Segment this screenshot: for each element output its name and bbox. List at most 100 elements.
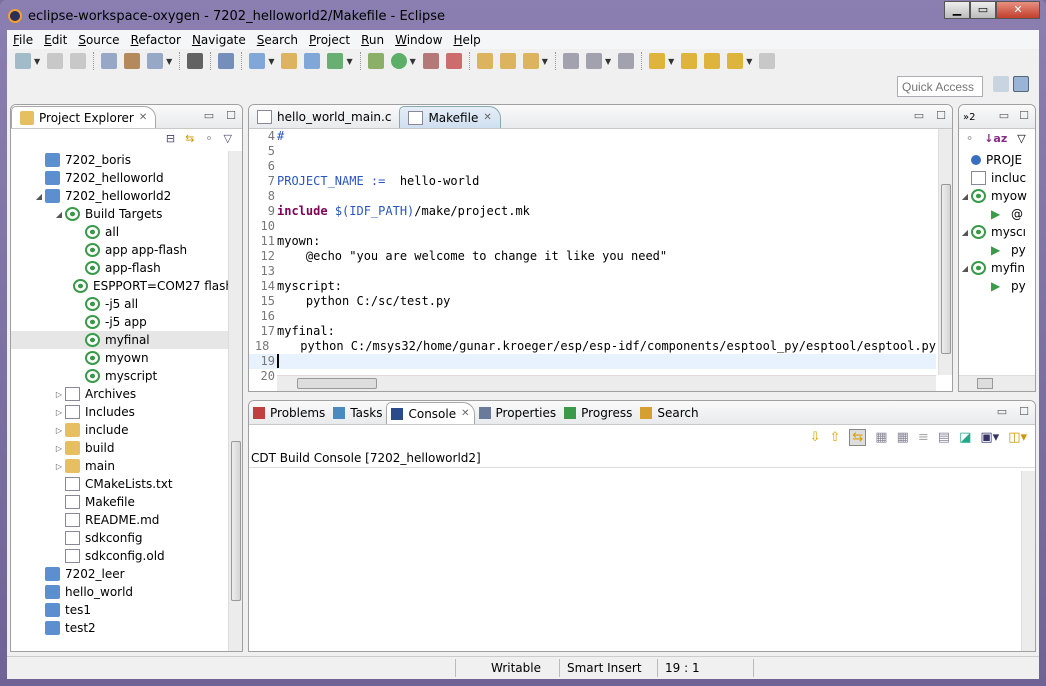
- next-annotation-icon[interactable]: [704, 53, 721, 69]
- dropdown-arrow-icon[interactable]: ▼: [34, 57, 40, 66]
- tool-icon[interactable]: [499, 53, 516, 69]
- new-class-icon[interactable]: [367, 53, 384, 69]
- lock-console-icon[interactable]: ▦: [897, 430, 909, 445]
- display-console-icon[interactable]: ▣▾: [980, 430, 999, 445]
- show-whitespace-icon[interactable]: [649, 53, 666, 69]
- editor-horizontal-scrollbar[interactable]: [277, 375, 936, 391]
- last-edit-icon[interactable]: [759, 53, 776, 69]
- explorer-scrollbar[interactable]: [228, 151, 242, 651]
- menu-navigate[interactable]: Navigate: [192, 33, 246, 47]
- profile-icon[interactable]: [187, 53, 204, 69]
- tree-item[interactable]: hello_world: [11, 583, 228, 601]
- outline-horizontal-scrollbar[interactable]: [959, 375, 1035, 391]
- tree-item[interactable]: ▷ Includes: [11, 403, 228, 421]
- tree-item[interactable]: incluc: [959, 169, 1035, 187]
- expanded-arrow-icon[interactable]: ◢: [959, 264, 971, 273]
- tree-item[interactable]: myown: [11, 349, 228, 367]
- menu-help[interactable]: Help: [453, 33, 480, 47]
- menu-edit[interactable]: Edit: [44, 33, 67, 47]
- view-menu-icon[interactable]: ▽: [1017, 132, 1025, 148]
- dropdown-arrow-icon[interactable]: ▼: [746, 57, 752, 66]
- tree-item[interactable]: ▶ py: [959, 241, 1035, 259]
- tool-icon[interactable]: [681, 53, 698, 69]
- new-icon[interactable]: [15, 53, 31, 69]
- close-tab-icon[interactable]: ✕: [483, 112, 491, 123]
- tree-item[interactable]: ▶ py: [959, 277, 1035, 295]
- menu-file[interactable]: File: [13, 33, 33, 47]
- open-type-icon[interactable]: [522, 53, 539, 69]
- coverage-icon[interactable]: [476, 53, 493, 69]
- expanded-arrow-icon[interactable]: ◢: [959, 228, 971, 237]
- tree-item[interactable]: 7202_helloworld: [11, 169, 228, 187]
- menu-run[interactable]: Run: [361, 33, 384, 47]
- dropdown-arrow-icon[interactable]: ▼: [268, 57, 274, 66]
- tree-item[interactable]: -j5 all: [11, 295, 228, 313]
- menu-project[interactable]: Project: [309, 33, 350, 47]
- console-scrollbar[interactable]: [1021, 471, 1035, 651]
- editor-vertical-scrollbar[interactable]: [938, 129, 952, 375]
- tree-item[interactable]: ◢ myscı: [959, 223, 1035, 241]
- code-editor[interactable]: 4 #5 6 7 PROJECT_NAME := hello-world 8 9 includ…: [249, 129, 936, 383]
- c-cpp-perspective-icon[interactable]: [1013, 76, 1029, 92]
- tree-item[interactable]: 7202_leer: [11, 565, 228, 583]
- minimize-view-icon[interactable]: ▭: [204, 109, 214, 122]
- menu-window[interactable]: Window: [395, 33, 442, 47]
- new-c-project-icon[interactable]: [304, 53, 321, 69]
- tree-item[interactable]: ▶ @: [959, 205, 1035, 223]
- minimize-editor-icon[interactable]: ▭: [914, 109, 924, 122]
- console-icon[interactable]: [218, 53, 235, 69]
- tree-item[interactable]: myscript: [11, 367, 228, 385]
- tree-item[interactable]: all: [11, 223, 228, 241]
- menu-search[interactable]: Search: [257, 33, 298, 47]
- tree-item[interactable]: app app-flash: [11, 241, 228, 259]
- more-views-button[interactable]: »2: [959, 106, 979, 128]
- debug-icon[interactable]: [422, 53, 439, 69]
- collapse-all-icon[interactable]: ⊟: [166, 132, 175, 148]
- expanded-arrow-icon[interactable]: ◢: [33, 192, 45, 201]
- tree-item[interactable]: sdkconfig.old: [11, 547, 228, 565]
- expanded-arrow-icon[interactable]: ◢: [53, 210, 65, 219]
- pin-console-icon[interactable]: ▦: [875, 430, 887, 445]
- dropdown-arrow-icon[interactable]: ▼: [166, 57, 172, 66]
- build-icon[interactable]: [124, 53, 141, 69]
- tree-item[interactable]: ◢ Build Targets: [11, 205, 228, 223]
- quick-access-input[interactable]: [897, 76, 983, 97]
- tool-icon[interactable]: [390, 53, 407, 69]
- close-tab-icon[interactable]: ✕: [139, 112, 147, 123]
- menu-refactor[interactable]: Refactor: [131, 33, 181, 47]
- tree-item[interactable]: tes1: [11, 601, 228, 619]
- debug-config-icon[interactable]: [101, 53, 118, 69]
- tree-item[interactable]: ▷ build: [11, 439, 228, 457]
- filters-icon[interactable]: ⚬: [204, 132, 213, 148]
- save-icon[interactable]: [47, 53, 64, 69]
- tree-item[interactable]: Makefile: [11, 493, 228, 511]
- run-icon[interactable]: [445, 53, 462, 69]
- dropdown-arrow-icon[interactable]: ▼: [346, 57, 352, 66]
- binary-icon[interactable]: [147, 53, 164, 69]
- tab-hello_world_main-c[interactable]: hello_world_main.c: [249, 106, 399, 128]
- minimize-button[interactable]: ▁: [944, 1, 970, 19]
- tab-problems[interactable]: Problems: [249, 402, 329, 424]
- collapsed-arrow-icon[interactable]: ▷: [53, 426, 65, 435]
- console-output[interactable]: [249, 471, 1035, 651]
- view-menu-icon[interactable]: ▽: [224, 132, 232, 148]
- minimize-console-icon[interactable]: ▭: [997, 405, 1007, 418]
- tree-item[interactable]: ▷ include: [11, 421, 228, 439]
- close-tab-icon[interactable]: ✕: [461, 408, 469, 419]
- open-console-icon[interactable]: ◫▾: [1008, 430, 1027, 445]
- tab-search[interactable]: Search: [636, 402, 702, 424]
- tree-item[interactable]: ▷ Archives: [11, 385, 228, 403]
- tree-item[interactable]: test2: [11, 619, 228, 637]
- save-all-icon[interactable]: [70, 53, 87, 69]
- sort-alphabetical-icon[interactable]: ↓az: [984, 132, 1007, 148]
- tool-icon[interactable]: [585, 53, 602, 69]
- tree-item[interactable]: sdkconfig: [11, 529, 228, 547]
- minimize-outline-icon[interactable]: ▭: [999, 109, 1009, 122]
- tree-item[interactable]: ▷ main: [11, 457, 228, 475]
- search-tool-icon[interactable]: [562, 53, 579, 69]
- scroll-up-icon[interactable]: ⇧: [829, 430, 840, 445]
- maximize-outline-icon[interactable]: ☐: [1019, 109, 1029, 122]
- scroll-lock-icon[interactable]: ⇆: [849, 428, 867, 446]
- tree-item[interactable]: README.md: [11, 511, 228, 529]
- toggle-mark-icon[interactable]: [618, 53, 635, 69]
